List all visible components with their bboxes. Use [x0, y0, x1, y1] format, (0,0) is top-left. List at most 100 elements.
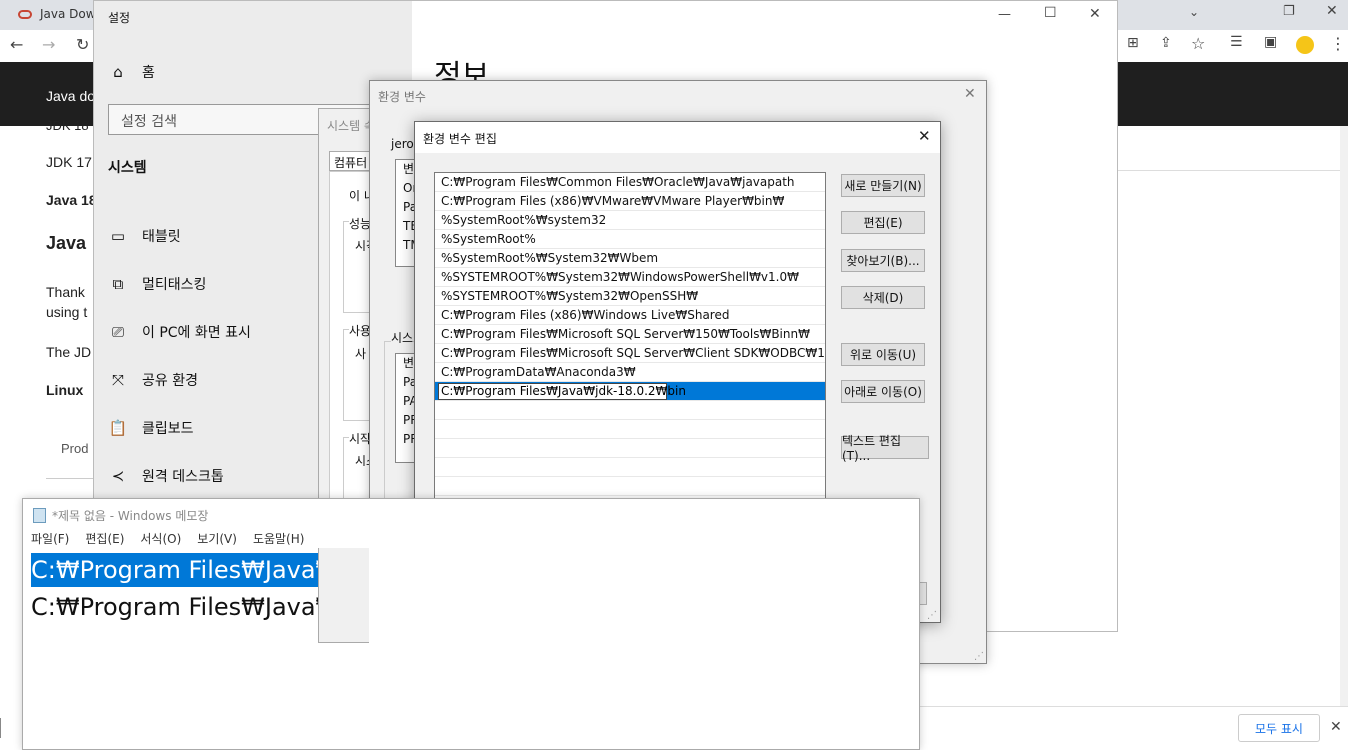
page-paragraph-2: The JD: [46, 344, 92, 360]
notepad-line-selected[interactable]: C:₩Program Files₩Java₩: [31, 553, 342, 587]
minimize-icon[interactable]: —: [998, 7, 1011, 22]
browse-button[interactable]: 찾아보기(B)...: [841, 249, 925, 272]
restore-icon[interactable]: ❐: [1283, 4, 1295, 19]
settings-section-heading: 시스템: [108, 160, 147, 176]
settings-item-label: 원격 데스크톱: [142, 469, 224, 485]
sys-vars-label: 시스: [391, 329, 414, 346]
side-panel-icon[interactable]: ▣: [1264, 34, 1277, 50]
more-menu-icon[interactable]: ⋮: [1330, 34, 1346, 53]
notepad-titlebar: *제목 없음 - Windows 메모장: [33, 507, 208, 524]
settings-home[interactable]: ⌂ 홈: [108, 56, 408, 88]
path-row[interactable]: %SystemRoot%₩system32: [435, 211, 825, 230]
path-row[interactable]: C:₩Program Files₩Microsoft SQL Server₩Cl…: [435, 344, 825, 363]
remote-desktop-icon: ≺: [111, 467, 125, 485]
settings-item-label: 클립보드: [142, 421, 194, 437]
settings-item-label: 이 PC에 화면 표시: [142, 325, 251, 341]
close-icon[interactable]: ✕: [1089, 6, 1101, 22]
settings-title: 설정: [108, 11, 131, 25]
edit-button[interactable]: 편집(E): [841, 211, 925, 234]
download-bar-close-icon[interactable]: ✕: [1330, 719, 1342, 735]
notepad-text-area[interactable]: C:₩Program Files₩Java₩ C:₩Program Files₩…: [23, 549, 919, 749]
chevron-down-icon[interactable]: ⌄: [1189, 5, 1199, 19]
path-row[interactable]: C:₩Program Files (x86)₩VMware₩VMware Pla…: [435, 192, 825, 211]
divider: [46, 478, 94, 479]
page-line-jdk17[interactable]: JDK 17: [46, 154, 92, 170]
menu-format[interactable]: 서식(O): [132, 528, 189, 549]
page-panel-right: [1118, 170, 1348, 595]
path-row[interactable]: C:₩Program Files₩Microsoft SQL Server₩15…: [435, 325, 825, 344]
move-up-button[interactable]: 위로 이동(U): [841, 343, 925, 366]
page-line-java18[interactable]: Java 18: [46, 192, 97, 208]
product-column-header: Prod: [61, 441, 89, 456]
menu-file[interactable]: 파일(F): [23, 528, 77, 549]
notepad-icon: [33, 508, 46, 523]
path-edit-input[interactable]: C:₩Program Files₩Java₩jdk-18.0.2₩bin: [438, 383, 686, 400]
empty-row: [435, 420, 825, 439]
bookmark-star-icon[interactable]: ☆: [1191, 34, 1205, 53]
path-row[interactable]: C:₩Program Files (x86)₩Windows Live₩Shar…: [435, 306, 825, 325]
empty-row: [435, 401, 825, 420]
settings-item-label: 멀티태스킹: [142, 277, 207, 293]
menu-view[interactable]: 보기(V): [189, 528, 245, 549]
edit-dialog-titlebar: 환경 변수 편집 ✕: [415, 122, 940, 153]
edit-text-button[interactable]: 텍스트 편집(T)...: [841, 434, 929, 463]
empty-row: [435, 439, 825, 458]
notepad-menu-bar: 파일(F) 편집(E) 서식(O) 보기(V) 도움말(H): [23, 528, 919, 549]
translate-icon[interactable]: ⊞: [1127, 35, 1139, 51]
multitasking-icon: ⧉: [112, 275, 124, 293]
site-nav-link[interactable]: Java do: [46, 88, 95, 104]
path-row-editing[interactable]: C:₩Program Files₩Java₩jdk-18.0.2₩bin: [435, 382, 825, 401]
notepad-window: *제목 없음 - Windows 메모장 파일(F) 편집(E) 서식(O) 보…: [22, 498, 920, 750]
linux-tab[interactable]: Linux: [46, 382, 83, 398]
notepad-title: *제목 없음 - Windows 메모장: [52, 509, 209, 523]
maximize-icon[interactable]: ☐: [1044, 5, 1057, 21]
show-all-button[interactable]: 모두 표시: [1238, 714, 1320, 742]
user-group-text: 사: [355, 347, 367, 361]
project-icon: ⎚: [111, 323, 124, 341]
scrollbar[interactable]: [1340, 126, 1348, 706]
empty-row: [435, 458, 825, 477]
perf-group-label: 성능: [349, 215, 372, 232]
settings-item-label: 공유 환경: [142, 373, 198, 389]
oracle-logo-icon: [18, 9, 32, 19]
tablet-icon: ▭: [110, 227, 126, 245]
settings-item-label: 태블릿: [142, 229, 181, 245]
move-down-button[interactable]: 아래로 이동(O): [841, 380, 925, 403]
delete-button[interactable]: 삭제(D): [841, 286, 925, 309]
path-row[interactable]: %SYSTEMROOT%₩System32₩OpenSSH₩: [435, 287, 825, 306]
browser-tab[interactable]: Java Dow: [8, 0, 98, 28]
reload-icon[interactable]: ↻: [76, 35, 89, 54]
path-row[interactable]: C:₩ProgramData₩Anaconda3₩: [435, 363, 825, 382]
clipboard-icon: 📋: [108, 419, 128, 437]
sysprops-overlap: [318, 548, 369, 643]
reading-list-icon[interactable]: ☰: [1230, 34, 1243, 50]
close-icon[interactable]: ✕: [1326, 3, 1338, 19]
path-row[interactable]: C:₩Program Files₩Common Files₩Oracle₩Jav…: [435, 173, 825, 192]
path-row[interactable]: %SystemRoot%₩System32₩Wbem: [435, 249, 825, 268]
page-paragraph-cont: using t: [46, 304, 88, 320]
resize-grip-icon[interactable]: ⋰: [974, 651, 984, 662]
notepad-line[interactable]: C:₩Program Files₩Java₩: [31, 590, 339, 624]
close-icon[interactable]: ✕: [964, 86, 976, 102]
home-icon: ⌂: [113, 63, 123, 81]
profile-avatar-icon[interactable]: [1296, 36, 1314, 54]
new-button[interactable]: 새로 만들기(N): [841, 174, 925, 197]
page-line-jdk18[interactable]: JDK 18: [46, 118, 89, 133]
back-icon[interactable]: ←: [10, 35, 23, 54]
forward-icon[interactable]: →: [42, 35, 55, 54]
download-bar-left-icon: [0, 718, 12, 738]
user-group-label: 사용: [349, 322, 372, 339]
page-paragraph: Thank: [46, 284, 85, 300]
path-row[interactable]: %SystemRoot%: [435, 230, 825, 249]
empty-row: [435, 477, 825, 496]
menu-help[interactable]: 도움말(H): [245, 528, 313, 549]
envvars-title: 환경 변수: [378, 90, 426, 104]
settings-search-placeholder: 설정 검색: [121, 114, 177, 130]
close-icon[interactable]: ✕: [918, 127, 931, 145]
startup-group-label: 시작: [349, 430, 372, 447]
settings-home-label: 홈: [142, 65, 155, 81]
path-row[interactable]: %SYSTEMROOT%₩System32₩WindowsPowerShell₩…: [435, 268, 825, 287]
resize-grip-icon[interactable]: ⋰: [927, 610, 937, 621]
menu-edit[interactable]: 편집(E): [77, 528, 132, 549]
share-page-icon[interactable]: ⇪: [1160, 35, 1172, 51]
